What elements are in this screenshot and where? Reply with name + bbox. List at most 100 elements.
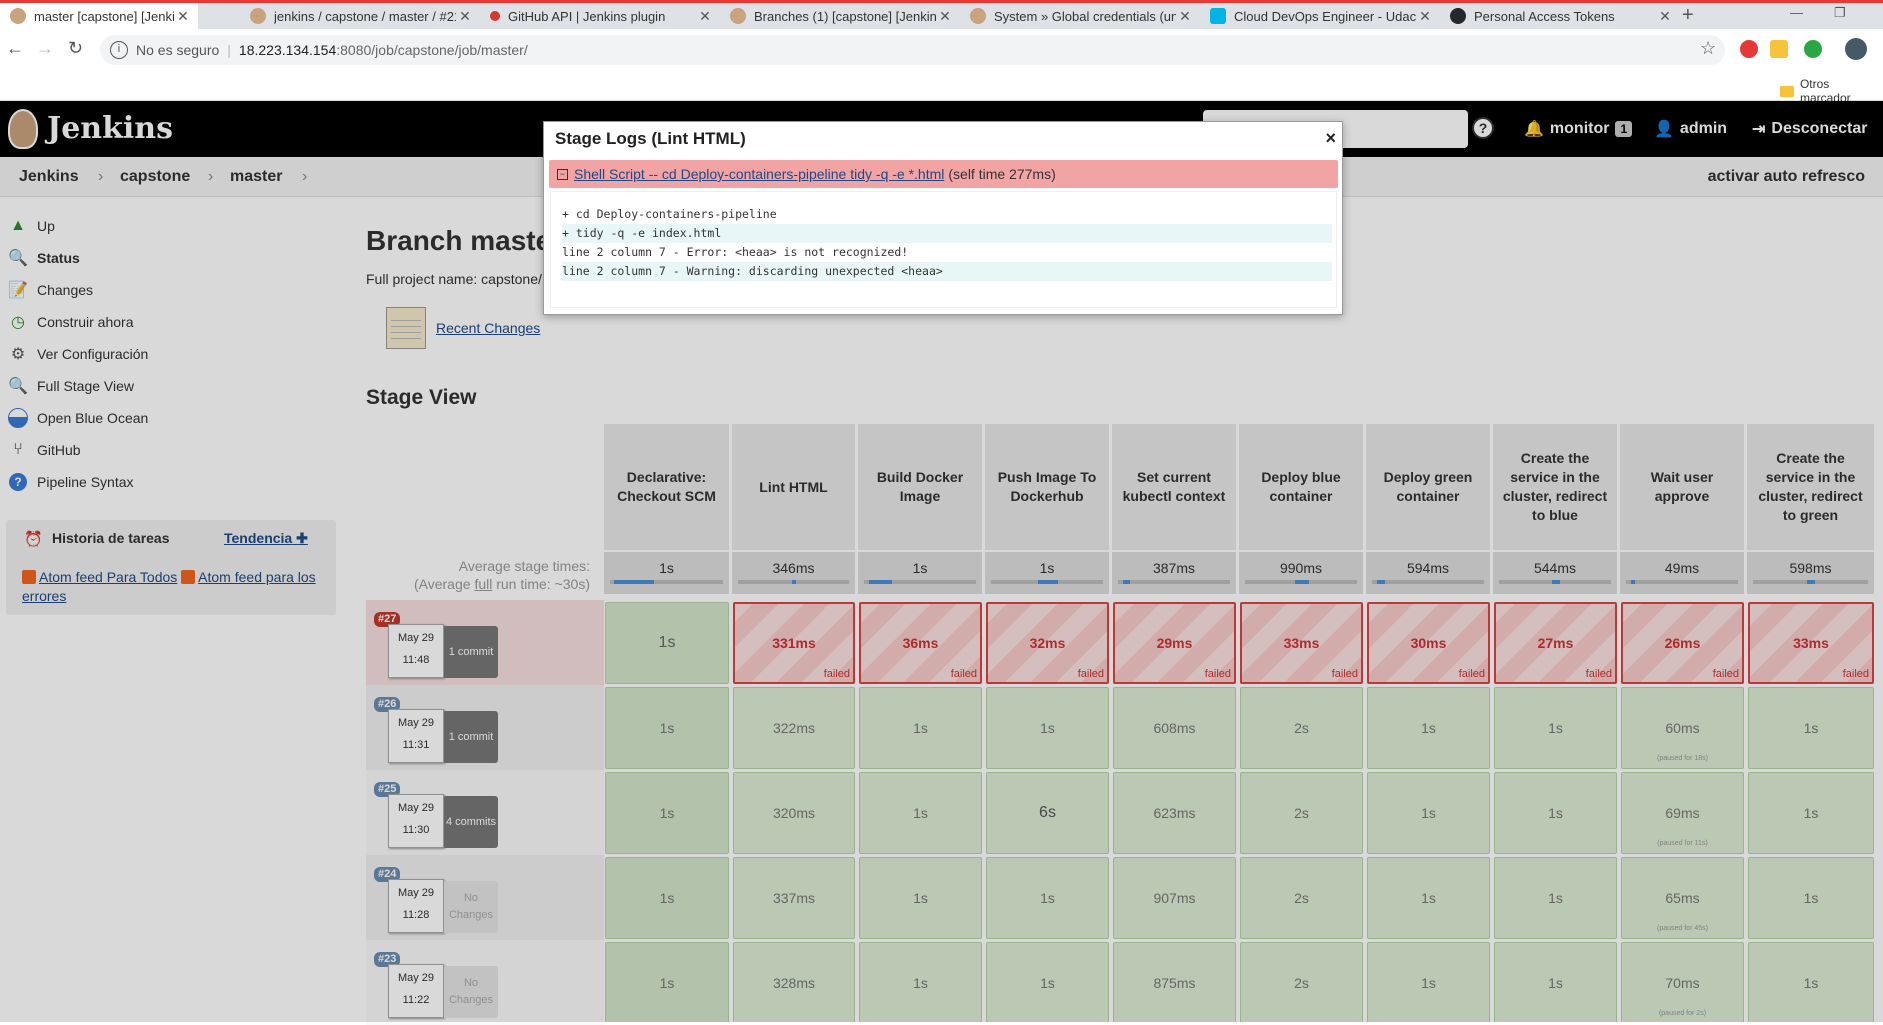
stage-cell[interactable]: 1s — [1748, 772, 1874, 854]
stage-cell[interactable]: 2s — [1240, 942, 1363, 1022]
tab-github-tokens[interactable]: Personal Access Tokens ✕ — [1440, 3, 1680, 29]
stage-cell-failed[interactable]: 33ms failed — [1748, 602, 1874, 684]
jenkins-title[interactable]: Jenkins — [47, 111, 173, 146]
sidebar-item-full-stage-view[interactable]: 🔍 Full Stage View — [8, 376, 134, 396]
stage-cell[interactable]: 1s — [605, 942, 729, 1022]
stage-cell[interactable]: 1s — [1367, 857, 1490, 939]
stage-cell[interactable]: 70ms (paused for 2s) — [1621, 942, 1744, 1022]
stage-cell[interactable]: 1s — [605, 687, 729, 769]
close-icon[interactable]: ✕ — [174, 8, 192, 25]
sidebar-item-pipeline-syntax[interactable]: ? Pipeline Syntax — [8, 472, 134, 492]
breadcrumb-jenkins[interactable]: Jenkins — [19, 168, 79, 186]
stage-cell[interactable]: 60ms (paused for 18s) — [1621, 687, 1744, 769]
stage-cell[interactable]: 1s — [605, 857, 729, 939]
user-link[interactable]: 👤 admin — [1654, 119, 1727, 139]
new-tab-button[interactable]: + — [1682, 4, 1694, 27]
stage-cell-failed[interactable]: 26ms failed — [1621, 602, 1744, 684]
restore-button[interactable]: ❐ — [1834, 5, 1846, 21]
stage-cell[interactable]: 608ms — [1113, 687, 1236, 769]
sidebar-item-blue-ocean[interactable]: Open Blue Ocean — [8, 408, 148, 428]
tab-github-api[interactable]: GitHub API | Jenkins plugin ✕ — [480, 3, 720, 29]
full-run-link[interactable]: full — [474, 576, 492, 592]
stage-cell[interactable]: 1s — [859, 772, 982, 854]
close-icon[interactable]: × — [1325, 128, 1336, 149]
stage-cell[interactable]: 328ms — [733, 942, 855, 1022]
stage-cell[interactable]: 6s — [986, 772, 1109, 854]
stage-cell[interactable]: 1s — [1367, 772, 1490, 854]
stage-cell[interactable]: 2s — [1240, 772, 1363, 854]
stage-cell-failed[interactable]: 29ms failed — [1113, 602, 1236, 684]
tab-credentials[interactable]: System » Global credentials (unr ✕ — [960, 3, 1200, 29]
stage-cell[interactable]: 1s — [1367, 687, 1490, 769]
sidebar-item-github[interactable]: ⑂ GitHub — [8, 440, 80, 460]
breadcrumb-separator[interactable]: › — [208, 168, 213, 186]
collapse-icon[interactable]: − — [557, 168, 568, 180]
stage-cell-failed[interactable]: 30ms failed — [1367, 602, 1490, 684]
minimize-button[interactable]: — — [1790, 5, 1803, 20]
breadcrumb-separator[interactable]: › — [98, 168, 103, 186]
stage-cell[interactable]: 322ms — [733, 687, 855, 769]
breadcrumb-separator[interactable]: › — [302, 168, 307, 186]
sidebar-item-build-now[interactable]: ◷ Construir ahora — [8, 312, 133, 332]
stage-cell[interactable]: 1s — [1748, 942, 1874, 1022]
stage-cell[interactable]: 907ms — [1113, 857, 1236, 939]
stage-cell[interactable]: 875ms — [1113, 942, 1236, 1022]
sidebar-item-up[interactable]: ▲ Up — [8, 216, 55, 236]
tab-jenkins-build[interactable]: jenkins / capstone / master / #21 ✕ — [240, 3, 480, 29]
profile-avatar[interactable] — [1845, 38, 1867, 60]
build-changes[interactable]: 4 commits — [444, 796, 498, 848]
stage-cell[interactable]: 1s — [859, 687, 982, 769]
logout-link[interactable]: ⇥ Desconectar — [1752, 119, 1867, 139]
breadcrumb-master[interactable]: master — [230, 168, 282, 186]
stage-cell[interactable]: 2s — [1240, 687, 1363, 769]
extension-icon[interactable] — [1770, 40, 1788, 58]
stage-cell[interactable]: 1s — [605, 602, 729, 684]
close-icon[interactable]: ✕ — [696, 8, 714, 25]
stage-cell[interactable]: 623ms — [1113, 772, 1236, 854]
help-icon[interactable]: ? — [1472, 117, 1494, 139]
auto-refresh-link[interactable]: activar auto refresco — [1708, 168, 1865, 186]
close-icon[interactable]: ✕ — [1416, 8, 1434, 25]
tab-branches[interactable]: Branches (1) [capstone] [Jenkins] ✕ — [720, 3, 960, 29]
recent-changes[interactable]: Recent Changes — [386, 307, 540, 349]
stage-cell[interactable]: 1s — [1748, 687, 1874, 769]
monitor-link[interactable]: 🔔 monitor 1 — [1524, 119, 1633, 139]
stage-cell[interactable]: 69ms (paused for 11s) — [1621, 772, 1744, 854]
address-bar[interactable]: i No es seguro | 18.223.134.154 :8080/jo… — [100, 35, 1725, 65]
close-icon[interactable]: ✕ — [1176, 8, 1194, 25]
back-icon[interactable]: ← — [6, 38, 24, 59]
evernote-extension-icon[interactable] — [1804, 40, 1822, 58]
stage-cell[interactable]: 1s — [986, 687, 1109, 769]
sidebar-item-configure[interactable]: ⚙ Ver Configuración — [8, 344, 148, 364]
stage-cell-failed[interactable]: 36ms failed — [859, 602, 982, 684]
stage-cell-failed[interactable]: 331ms failed — [733, 602, 855, 684]
trend-link[interactable]: Tendencia ✚ — [224, 530, 308, 547]
bookmark-star-icon[interactable]: ☆ — [1700, 38, 1716, 59]
stage-cell-failed[interactable]: 27ms failed — [1494, 602, 1617, 684]
close-icon[interactable]: ✕ — [456, 8, 474, 25]
stage-cell[interactable]: 1s — [986, 942, 1109, 1022]
breadcrumb-capstone[interactable]: capstone — [120, 168, 190, 186]
extension-icon[interactable] — [1740, 40, 1758, 58]
stage-cell[interactable]: 1s — [859, 857, 982, 939]
stage-cell[interactable]: 337ms — [733, 857, 855, 939]
shell-script-link[interactable]: Shell Script -- cd Deploy-containers-pip… — [574, 166, 944, 182]
recent-changes-link[interactable]: Recent Changes — [436, 320, 540, 336]
forward-icon[interactable]: → — [36, 38, 54, 59]
stage-cell[interactable]: 1s — [1494, 857, 1617, 939]
sidebar-item-status[interactable]: 🔍 Status — [8, 248, 80, 268]
sidebar-item-changes[interactable]: 📝 Changes — [8, 280, 93, 300]
stage-cell[interactable]: 1s — [1494, 772, 1617, 854]
stage-cell[interactable]: 320ms — [733, 772, 855, 854]
stage-cell-failed[interactable]: 32ms failed — [986, 602, 1109, 684]
build-changes[interactable]: 1 commit — [444, 626, 498, 678]
tab-udacity[interactable]: Cloud DevOps Engineer - Udacit ✕ — [1200, 3, 1440, 29]
stage-cell[interactable]: 1s — [859, 942, 982, 1022]
reload-icon[interactable]: ↻ — [68, 38, 83, 59]
build-changes[interactable]: 1 commit — [444, 711, 498, 763]
feed-all-link[interactable]: Atom feed Para Todos — [39, 569, 177, 585]
stage-cell[interactable]: 1s — [1494, 942, 1617, 1022]
stage-cell-failed[interactable]: 33ms failed — [1240, 602, 1363, 684]
stage-cell[interactable]: 1s — [605, 772, 729, 854]
stage-cell[interactable]: 1s — [1748, 857, 1874, 939]
